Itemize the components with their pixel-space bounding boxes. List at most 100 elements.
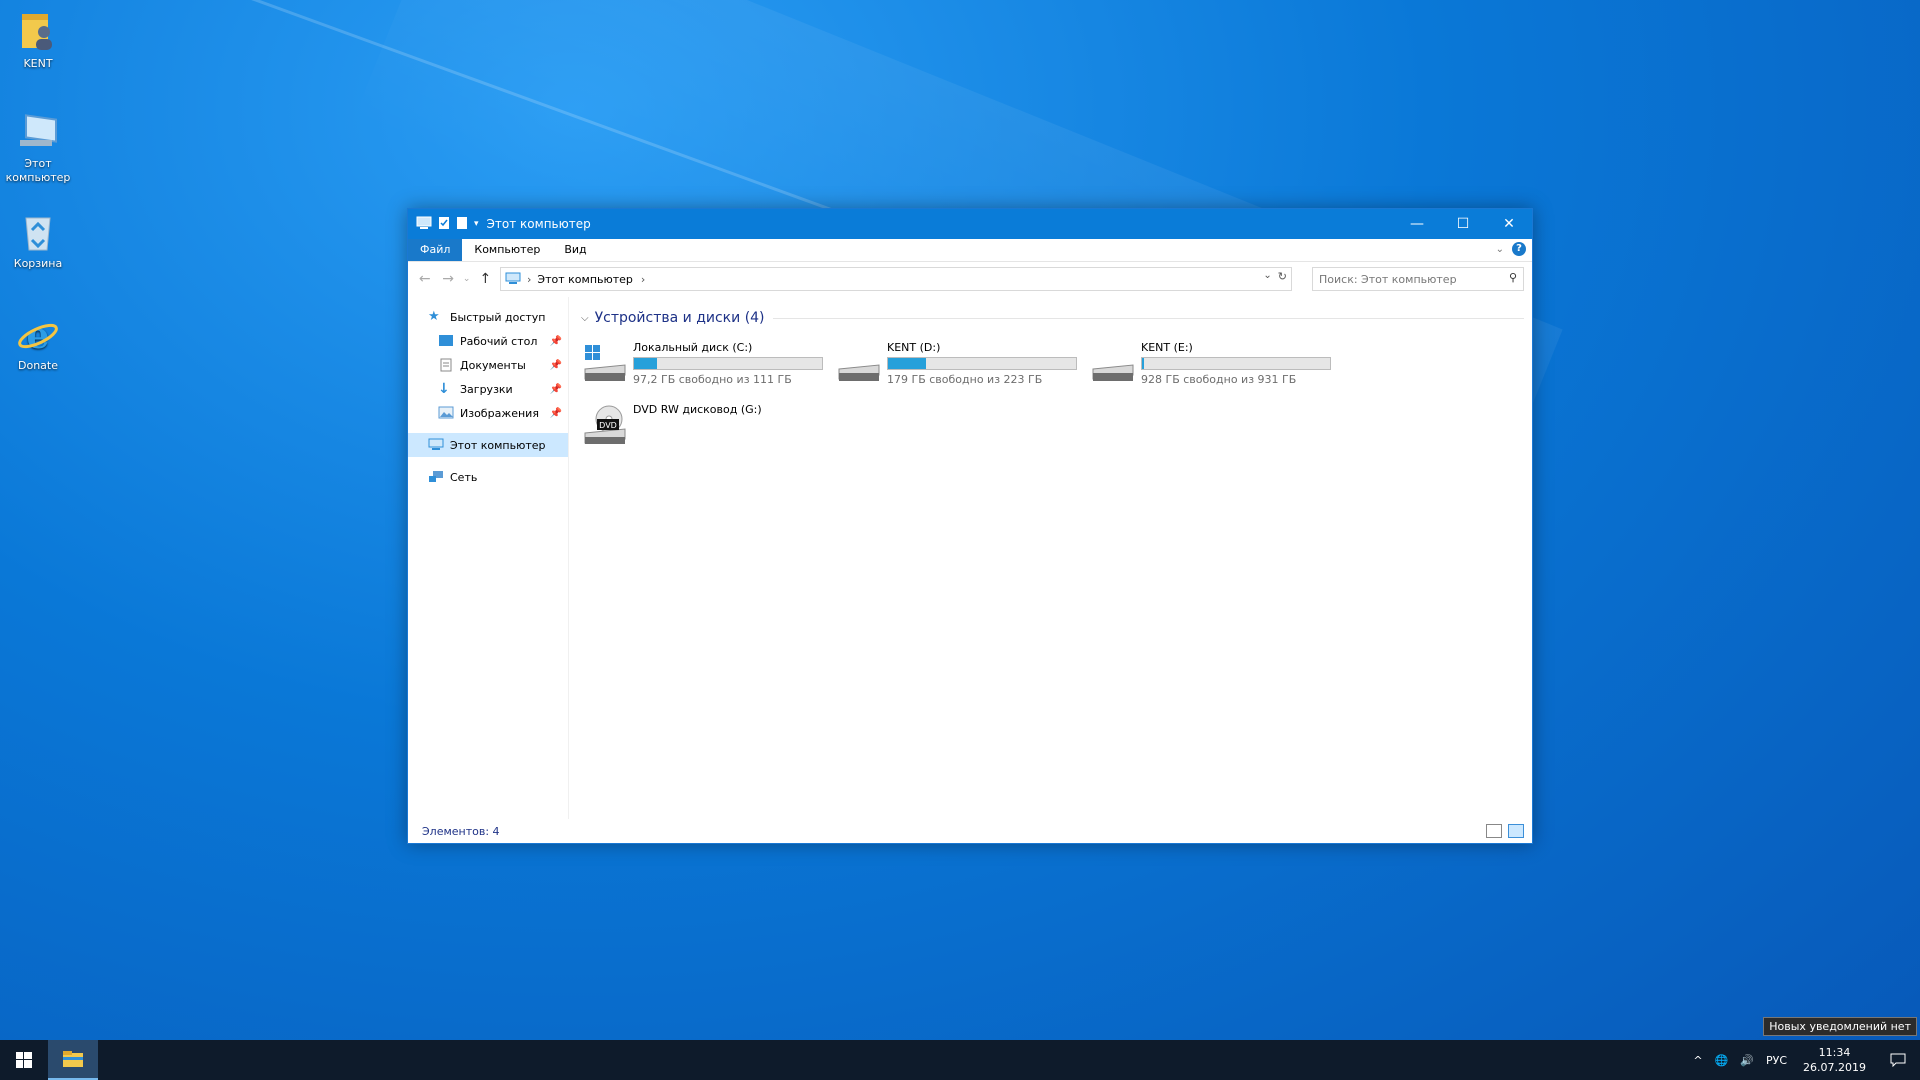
- nav-item-network[interactable]: Сеть: [408, 465, 568, 489]
- group-header-devices[interactable]: ⌵ Устройства и диски (4): [581, 307, 1524, 329]
- tab-computer[interactable]: Компьютер: [462, 239, 552, 261]
- desktop-icon-donate[interactable]: e Donate: [0, 312, 76, 373]
- network-globe-icon[interactable]: 🌐: [1709, 1054, 1735, 1067]
- pin-icon[interactable]: 📌: [550, 384, 562, 395]
- ribbon-tabs: Файл Компьютер Вид ⌄ ?: [408, 239, 1532, 262]
- minimize-button[interactable]: —: [1394, 209, 1440, 239]
- properties-icon[interactable]: [438, 216, 450, 233]
- desktop-icon-label: Корзина: [13, 257, 63, 270]
- nav-item-label: Быстрый доступ: [450, 310, 546, 324]
- navigation-pane: ★ Быстрый доступ Рабочий стол 📌 Документ…: [408, 297, 569, 819]
- notification-icon: [1890, 1053, 1906, 1067]
- nav-quick-access[interactable]: ★ Быстрый доступ: [408, 305, 568, 329]
- breadcrumb-chevron-icon[interactable]: ›: [641, 273, 645, 286]
- window-computer-icon: [416, 216, 432, 233]
- search-input[interactable]: Поиск: Этот компьютер ⚲: [1312, 267, 1525, 291]
- address-dropdown-icon[interactable]: ⌄: [1263, 270, 1271, 283]
- desktop-icon-kent[interactable]: KENT: [0, 10, 76, 71]
- drive-item-e[interactable]: KENT (E:) 928 ГБ свободно из 931 ГБ: [1089, 341, 1339, 391]
- desktop-icon-recycle-bin[interactable]: Корзина: [0, 210, 76, 271]
- pictures-icon: [438, 406, 454, 420]
- desktop-icon-this-pc[interactable]: Этот компьютер: [0, 110, 76, 185]
- clock[interactable]: 11:34 26.07.2019: [1793, 1045, 1876, 1075]
- svg-text:e: e: [27, 315, 50, 356]
- address-bar[interactable]: › Этот компьютер › ⌄ ↻: [500, 267, 1293, 291]
- start-button[interactable]: [0, 1040, 48, 1080]
- pin-icon[interactable]: 📌: [550, 408, 562, 419]
- dvd-badge: DVD: [599, 421, 617, 430]
- clock-time: 11:34: [1818, 1046, 1851, 1059]
- drive-item-g[interactable]: DVD DVD RW дисковод (G:): [581, 403, 831, 453]
- drive-name: KENT (E:): [1141, 341, 1193, 354]
- expand-ribbon-icon[interactable]: ⌄: [1496, 244, 1504, 255]
- nav-item-label: Рабочий стол: [460, 334, 538, 348]
- nav-item-pictures[interactable]: Изображения 📌: [408, 401, 568, 425]
- details-view-button[interactable]: [1486, 824, 1502, 838]
- pin-icon[interactable]: 📌: [550, 336, 562, 347]
- drive-free-space: 97,2 ГБ свободно из 111 ГБ: [633, 373, 792, 386]
- customize-toolbar-icon[interactable]: ▾: [474, 219, 479, 229]
- desktop-icon-label: Этот компьютер: [5, 157, 71, 184]
- up-arrow-icon[interactable]: ↑: [477, 271, 494, 287]
- drive-item-d[interactable]: KENT (D:) 179 ГБ свободно из 223 ГБ: [835, 341, 1085, 391]
- nav-item-label: Документы: [460, 358, 526, 372]
- dvd-drive-icon: DVD: [581, 403, 629, 447]
- group-divider: [772, 317, 1524, 319]
- content-pane: ⌵ Устройства и диски (4) Локальный диск …: [569, 297, 1532, 819]
- address-computer-icon: [505, 272, 521, 287]
- collapse-chevron-icon[interactable]: ⌵: [581, 313, 589, 324]
- help-icon[interactable]: ?: [1512, 242, 1526, 256]
- drive-list: Локальный диск (C:) 97,2 ГБ свободно из …: [581, 329, 1524, 449]
- hard-drive-icon: [1089, 341, 1137, 385]
- system-tray: ^ 🌐 🔊 РУС 11:34 26.07.2019: [1687, 1040, 1920, 1080]
- back-arrow-icon[interactable]: ←: [416, 271, 433, 287]
- taskbar-file-explorer[interactable]: [48, 1040, 98, 1080]
- quick-access-toolbar: ▾: [408, 216, 479, 233]
- close-button[interactable]: ✕: [1486, 209, 1532, 239]
- window-title: Этот компьютер: [486, 217, 591, 231]
- navigation-bar: ← → ⌄ ↑ › Этот компьютер › ⌄ ↻ Поиск: Эт…: [408, 262, 1532, 296]
- pin-icon[interactable]: 📌: [550, 360, 562, 371]
- tab-view[interactable]: Вид: [552, 239, 598, 261]
- drive-name: DVD RW дисковод (G:): [633, 403, 762, 416]
- nav-item-label: Загрузки: [460, 382, 513, 396]
- notification-tooltip: Новых уведомлений нет: [1763, 1017, 1917, 1036]
- tab-file[interactable]: Файл: [408, 239, 463, 261]
- recycle-bin-icon: [16, 210, 60, 254]
- drive-free-space: 928 ГБ свободно из 931 ГБ: [1141, 373, 1297, 386]
- star-icon: ★: [428, 309, 440, 324]
- nav-item-label: Сеть: [450, 470, 478, 484]
- system-drive-icon: [581, 341, 629, 385]
- user-folder-icon: [16, 10, 60, 54]
- recent-locations-chevron-icon[interactable]: ⌄: [463, 274, 471, 284]
- title-bar[interactable]: ▾ Этот компьютер — ☐ ✕: [408, 209, 1532, 239]
- drive-usage-bar: [887, 357, 1077, 370]
- nav-item-downloads[interactable]: ↓ Загрузки 📌: [408, 377, 568, 401]
- network-icon: [428, 470, 444, 484]
- taskbar: ^ 🌐 🔊 РУС 11:34 26.07.2019: [0, 1040, 1920, 1080]
- refresh-icon[interactable]: ↻: [1278, 270, 1287, 283]
- drive-name: Локальный диск (C:): [633, 341, 753, 354]
- forward-arrow-icon[interactable]: →: [439, 271, 456, 287]
- maximize-button[interactable]: ☐: [1440, 209, 1486, 239]
- explorer-window: ▾ Этот компьютер — ☐ ✕ Файл Компьютер Ви…: [407, 208, 1533, 844]
- breadcrumb-this-pc[interactable]: Этот компьютер: [537, 273, 633, 286]
- drive-usage-bar: [1141, 357, 1331, 370]
- nav-item-this-pc[interactable]: Этот компьютер: [408, 433, 568, 457]
- folder-icon: [63, 1051, 83, 1067]
- nav-item-desktop[interactable]: Рабочий стол 📌: [408, 329, 568, 353]
- documents-icon: [438, 358, 454, 372]
- input-language[interactable]: РУС: [1760, 1054, 1793, 1067]
- tiles-view-button[interactable]: [1508, 824, 1524, 838]
- desktop-icon-label: KENT: [23, 57, 53, 70]
- nav-item-label: Изображения: [460, 406, 539, 420]
- drive-usage-bar: [633, 357, 823, 370]
- volume-icon[interactable]: 🔊: [1734, 1054, 1760, 1067]
- drive-item-c[interactable]: Локальный диск (C:) 97,2 ГБ свободно из …: [581, 341, 831, 391]
- action-center-button[interactable]: [1876, 1040, 1920, 1080]
- show-hidden-icons-icon[interactable]: ^: [1687, 1054, 1708, 1067]
- nav-item-documents[interactable]: Документы 📌: [408, 353, 568, 377]
- new-folder-icon[interactable]: [456, 216, 468, 233]
- computer-icon: [16, 110, 60, 154]
- item-count: Элементов: 4: [422, 824, 500, 838]
